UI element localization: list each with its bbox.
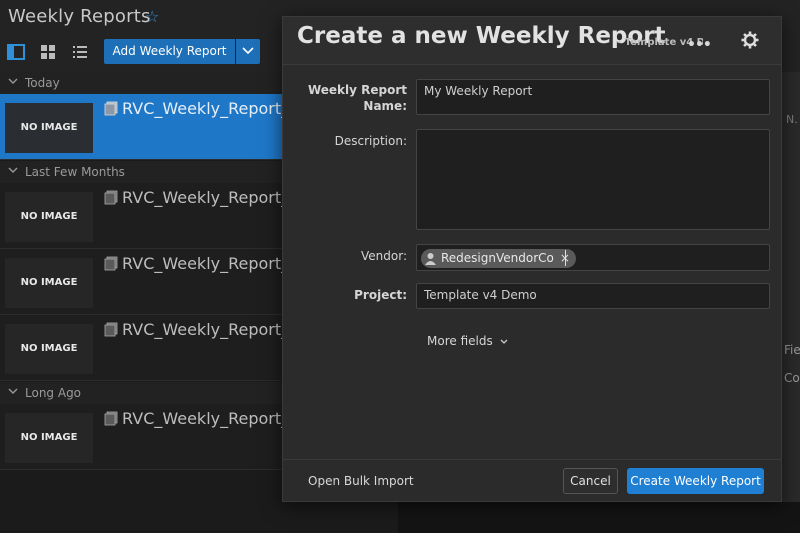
person-icon <box>425 253 436 265</box>
add-options-dropdown[interactable] <box>236 39 260 64</box>
thumbnail-placeholder: NO IMAGE <box>5 192 93 242</box>
create-report-dialog: Create a new Weekly Report - Template v4… <box>282 16 782 502</box>
report-document-icon <box>104 101 118 116</box>
chevron-down-icon <box>500 339 508 344</box>
list-item-title: RVC_Weekly_Report_ <box>122 188 282 207</box>
vendor-chip-label: RedesignVendorCo <box>441 251 554 265</box>
report-document-icon <box>104 322 118 337</box>
group-label: Long Ago <box>25 386 82 400</box>
thumbnail-placeholder: NO IMAGE <box>5 324 93 374</box>
cancel-button[interactable]: Cancel <box>563 468 618 494</box>
group-label: Today <box>25 76 60 90</box>
name-label: Weekly Report Name: <box>307 83 407 113</box>
report-name-input[interactable]: My Weekly Report <box>416 79 770 115</box>
gear-icon[interactable] <box>740 30 760 50</box>
add-weekly-report-button[interactable]: Add Weekly Report <box>104 39 235 64</box>
group-label: Last Few Months <box>25 165 125 179</box>
thumbnail-placeholder: NO IMAGE <box>5 258 93 308</box>
more-fields-label: More fields <box>427 334 493 348</box>
vendor-chip: RedesignVendorCo× <box>421 249 576 268</box>
chevron-down-icon <box>8 388 18 394</box>
chevron-down-icon <box>242 47 254 55</box>
more-options-icon[interactable]: ••• <box>687 37 712 53</box>
dialog-title: Create a new Weekly Report <box>297 23 666 49</box>
chevron-down-icon <box>8 78 18 84</box>
project-label: Project: <box>354 288 407 302</box>
project-input[interactable]: Template v4 Demo <box>416 283 770 309</box>
text-cursor <box>565 250 566 266</box>
dialog-footer: Open Bulk Import Cancel Create Weekly Re… <box>283 459 781 501</box>
dialog-header: Create a new Weekly Report - Template v4… <box>283 17 781 65</box>
favorite-star-icon[interactable]: ☆ <box>145 7 159 26</box>
vendor-field[interactable]: RedesignVendorCo× <box>416 244 770 271</box>
detail-text-fragment: Co <box>784 371 800 385</box>
thumbnail-placeholder: NO IMAGE <box>5 103 93 153</box>
project-value: Template v4 Demo <box>424 288 537 302</box>
list-item-title: RVC_Weekly_Report_ <box>122 99 282 118</box>
list-item-title: RVC_Weekly_Report_ <box>122 320 282 339</box>
detail-pane-edge <box>780 72 800 502</box>
list-item-title: RVC_Weekly_Report_ <box>122 254 282 273</box>
detail-text-fragment: N. <box>786 113 798 126</box>
grid-view-icon[interactable] <box>37 41 59 63</box>
report-document-icon <box>104 411 118 426</box>
report-document-icon <box>104 256 118 271</box>
description-textarea[interactable] <box>416 129 770 230</box>
description-label: Description: <box>334 134 407 148</box>
create-weekly-report-button[interactable]: Create Weekly Report <box>627 468 764 494</box>
vendor-label: Vendor: <box>361 249 407 263</box>
list-item-title: RVC_Weekly_Report_ <box>122 409 282 428</box>
list-view-icon[interactable] <box>69 41 91 63</box>
report-name-placeholder: My Weekly Report <box>424 84 533 98</box>
panel-view-icon[interactable] <box>5 41 27 63</box>
detail-text-fragment: Fie <box>784 343 800 357</box>
report-document-icon <box>104 190 118 205</box>
chevron-down-icon <box>8 167 18 173</box>
more-fields-toggle[interactable]: More fields <box>427 334 508 348</box>
open-bulk-import-link[interactable]: Open Bulk Import <box>308 474 414 488</box>
page-title: Weekly Reports <box>8 6 151 27</box>
thumbnail-placeholder: NO IMAGE <box>5 413 93 463</box>
